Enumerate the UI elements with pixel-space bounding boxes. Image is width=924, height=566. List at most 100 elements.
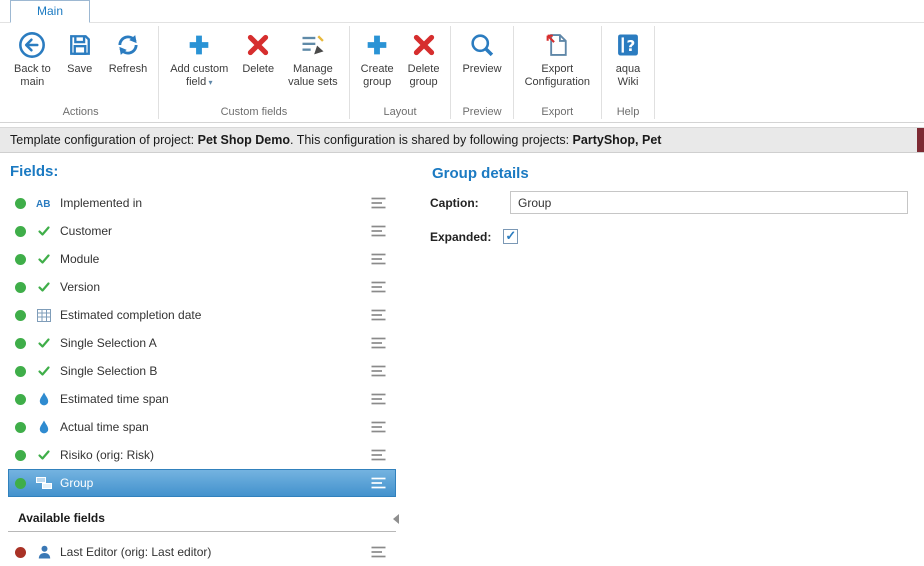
checkmark-icon: [35, 280, 53, 294]
ribbon-group-label: Layout: [354, 102, 447, 122]
ribbon-button-delete[interactable]: Delete: [236, 26, 280, 78]
ribbon-group-separator: [450, 26, 451, 119]
status-dot: [15, 478, 26, 489]
ribbon-group-label: Preview: [455, 102, 508, 122]
available-fields-header-row: Available fields: [8, 506, 396, 532]
fields-panel: Fields: ABImplemented inCustomerModuleVe…: [8, 161, 396, 566]
field-label: Single Selection B: [60, 364, 370, 378]
drag-handle-icon[interactable]: [370, 392, 387, 406]
field-row[interactable]: Last Editor (orig: Last editor): [8, 538, 396, 566]
field-row[interactable]: Customer: [8, 217, 396, 245]
ribbon-button-label: Export Configuration: [525, 63, 590, 89]
drag-handle-icon[interactable]: [370, 196, 387, 210]
drag-handle-icon[interactable]: [370, 364, 387, 378]
ribbon-button-manage-value-sets[interactable]: Manage value sets: [282, 26, 344, 91]
status-dot: [15, 254, 26, 265]
field-label: Implemented in: [60, 196, 370, 210]
drag-handle-icon[interactable]: [370, 476, 387, 490]
ribbon-button-create-group[interactable]: Create group: [355, 26, 400, 91]
field-row[interactable]: Module: [8, 245, 396, 273]
ribbon-tabstrip: Main: [0, 0, 924, 23]
ribbon-button-aqua-wiki[interactable]: ?aqua Wiki: [607, 26, 649, 91]
ribbon-group-label: Help: [606, 102, 650, 122]
drag-handle-icon[interactable]: [370, 252, 387, 266]
main-content: Fields: ABImplemented inCustomerModuleVe…: [0, 153, 924, 566]
ribbon-button-preview[interactable]: Preview: [456, 26, 507, 78]
svg-text:AB: AB: [36, 199, 50, 209]
status-dot: [15, 547, 26, 558]
drag-handle-icon[interactable]: [370, 280, 387, 294]
edge-marker: [917, 128, 924, 152]
ribbon-button-label: Create group: [361, 63, 394, 89]
ribbon-group-layout: Create group Delete group Layout: [351, 23, 450, 122]
status-dot: [15, 310, 26, 321]
field-row[interactable]: Risiko (orig: Risk): [8, 441, 396, 469]
ribbon-group-label: Export: [518, 102, 597, 122]
ribbon-button-label: Preview: [462, 63, 501, 76]
info-bar-bold-text: Pet Shop Demo: [198, 133, 290, 147]
available-fields-header: Available fields: [18, 511, 105, 525]
info-bar: Template configuration of project: Pet S…: [0, 127, 924, 153]
refresh-icon: [113, 30, 143, 60]
export-icon: [542, 30, 572, 60]
checkmark-icon: [35, 364, 53, 378]
ribbon-button-save[interactable]: Save: [59, 26, 101, 78]
field-row[interactable]: Single Selection A: [8, 329, 396, 357]
field-row[interactable]: Estimated completion date: [8, 301, 396, 329]
caption-input[interactable]: [510, 191, 908, 214]
ribbon-button-back-to-main[interactable]: Back to main: [8, 26, 57, 91]
field-row[interactable]: Version: [8, 273, 396, 301]
ribbon-group-help: ?aqua Wiki Help: [603, 23, 653, 122]
ribbon-button-add-custom-field[interactable]: Add custom field ▾: [164, 26, 234, 91]
drag-handle-icon[interactable]: [370, 224, 387, 238]
ribbon-button-label: Back to main: [14, 63, 51, 89]
collapse-left-icon[interactable]: [393, 514, 399, 524]
field-row[interactable]: Estimated time span: [8, 385, 396, 413]
ribbon-group-actions: Back to main SaveRefresh Actions: [4, 23, 157, 122]
timespan-icon: [35, 392, 53, 406]
ribbon-button-label: aqua Wiki: [616, 63, 640, 89]
back-icon: [17, 30, 47, 60]
field-row[interactable]: Actual time span: [8, 413, 396, 441]
caption-label: Caption:: [430, 196, 510, 210]
drag-handle-icon[interactable]: [370, 308, 387, 322]
drag-handle-icon[interactable]: [370, 336, 387, 350]
status-dot: [15, 226, 26, 237]
ribbon: Back to main SaveRefresh Actions Add custom…: [0, 23, 924, 123]
field-label: Last Editor (orig: Last editor): [60, 545, 370, 559]
status-dot: [15, 394, 26, 405]
text-field-icon: AB: [35, 197, 53, 209]
ribbon-group-label: Actions: [7, 102, 154, 122]
checkmark-icon: [35, 336, 53, 350]
field-label: Actual time span: [60, 420, 370, 434]
field-row[interactable]: Group: [8, 469, 396, 497]
ribbon-button-export-configuration[interactable]: Export Configuration: [519, 26, 596, 91]
drag-handle-icon[interactable]: [370, 448, 387, 462]
drag-handle-icon[interactable]: [370, 545, 387, 559]
drag-handle-icon[interactable]: [370, 420, 387, 434]
ribbon-group-separator: [158, 26, 159, 119]
save-icon: [65, 30, 95, 60]
field-row[interactable]: Single Selection B: [8, 357, 396, 385]
caption-row: Caption:: [430, 191, 908, 214]
status-dot: [15, 282, 26, 293]
status-dot: [15, 450, 26, 461]
ribbon-button-refresh[interactable]: Refresh: [103, 26, 154, 78]
ribbon-button-delete-group[interactable]: Delete group: [402, 26, 446, 91]
group-icon: [35, 477, 53, 490]
expanded-checkbox[interactable]: ✓: [503, 229, 518, 244]
field-label: Group: [60, 476, 370, 490]
calendar-icon: [35, 309, 53, 322]
dropdown-arrow-icon: ▾: [206, 78, 212, 87]
info-bar-text: Template configuration of project: Pet S…: [10, 133, 661, 147]
delete-icon: [409, 30, 439, 60]
field-label: Version: [60, 280, 370, 294]
ribbon-group-preview: Preview Preview: [452, 23, 511, 122]
ribbon-group-separator: [349, 26, 350, 119]
add-icon: [184, 30, 214, 60]
ribbon-group-custom-fields: Add custom field ▾DeleteManage value set…: [160, 23, 347, 122]
tab-main[interactable]: Main: [10, 0, 90, 23]
checkmark-icon: [35, 448, 53, 462]
add-icon: [362, 30, 392, 60]
field-row[interactable]: AB Implemented in: [8, 189, 396, 217]
